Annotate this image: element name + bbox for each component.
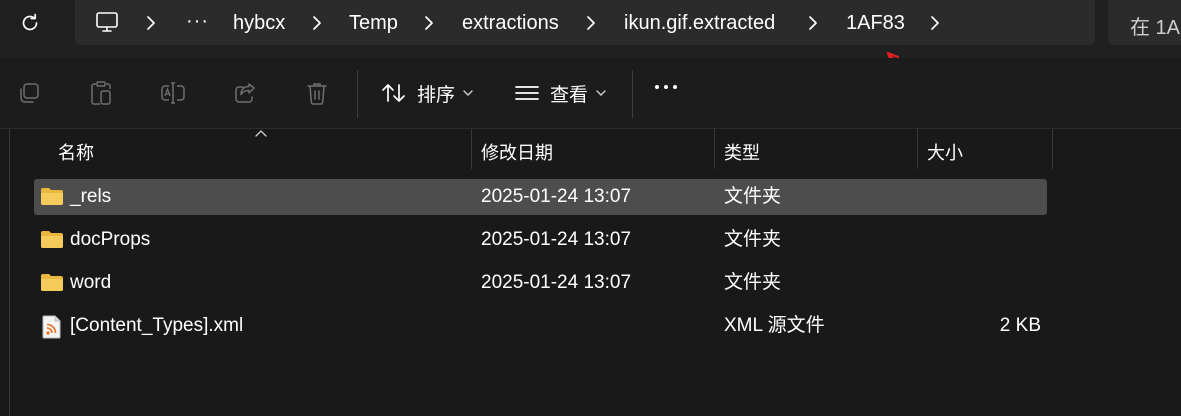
search-placeholder: 在 1A <box>1130 17 1181 39</box>
file-list-pane: 名称 修改日期 类型 大小 _rels 2025-01-24 13:07 文件夹… <box>0 128 1181 416</box>
address-row: ··· hybcx Temp extractions ikun.gif.extr… <box>0 0 1181 58</box>
column-header-size[interactable]: 大小 <box>927 135 963 171</box>
search-box[interactable]: 在 1A <box>1108 0 1181 45</box>
chevron-right-icon[interactable] <box>806 15 820 31</box>
column-divider[interactable] <box>714 129 715 169</box>
refresh-icon <box>22 13 38 31</box>
chevron-right-icon[interactable] <box>310 15 324 31</box>
column-divider[interactable] <box>1052 129 1053 169</box>
file-row-rels[interactable]: _rels 2025-01-24 13:07 文件夹 <box>34 179 1047 215</box>
refresh-button[interactable] <box>16 10 44 36</box>
trash-icon <box>307 83 327 105</box>
file-name: _rels <box>70 186 112 207</box>
breadcrumb-item-temp[interactable]: Temp <box>349 11 398 35</box>
more-options-button[interactable] <box>655 85 677 89</box>
breadcrumb-overflow[interactable]: ··· <box>186 9 209 33</box>
copy-button[interactable] <box>16 80 42 106</box>
more-dot-icon <box>655 85 659 89</box>
more-dot-icon <box>673 85 677 89</box>
sort-ascending-caret-icon <box>255 130 267 137</box>
file-modified: 2025-01-24 13:07 <box>481 272 632 293</box>
file-type: XML 源文件 <box>724 315 825 336</box>
chevron-right-icon[interactable] <box>584 15 598 31</box>
column-header-modified[interactable]: 修改日期 <box>481 135 553 171</box>
breadcrumb-item-ikun-gif-extracted[interactable]: ikun.gif.extracted <box>624 11 775 35</box>
column-header-name[interactable]: 名称 <box>58 135 94 171</box>
file-row-content-types[interactable]: [Content_Types].xml XML 源文件 2 KB <box>34 308 1047 344</box>
rename-button[interactable] <box>160 80 186 106</box>
navigation-pane-edge[interactable] <box>9 129 10 416</box>
breadcrumb-item-extractions[interactable]: extractions <box>462 11 559 35</box>
breadcrumb-item-current-folder[interactable]: 1AF83 <box>846 11 905 35</box>
chevron-right-icon[interactable] <box>144 15 158 31</box>
file-size: 2 KB <box>999 315 1041 336</box>
column-divider[interactable] <box>917 129 918 169</box>
more-dot-icon <box>664 85 668 89</box>
toolbar-divider <box>632 70 633 118</box>
file-type: 文件夹 <box>724 229 782 250</box>
file-modified: 2025-01-24 13:07 <box>481 229 632 250</box>
file-row-word[interactable]: word 2025-01-24 13:07 文件夹 <box>34 265 1047 301</box>
copy-icon <box>20 83 39 103</box>
chevron-down-icon <box>596 90 606 96</box>
share-button[interactable] <box>232 80 258 106</box>
column-header-type[interactable]: 类型 <box>724 135 760 171</box>
file-row-docprops[interactable]: docProps 2025-01-24 13:07 文件夹 <box>34 222 1047 258</box>
folder-icon <box>41 188 63 205</box>
sort-label: 排序 <box>417 84 456 106</box>
xml-file-icon <box>42 315 61 339</box>
rename-icon <box>161 82 185 104</box>
paste-icon <box>91 81 111 105</box>
file-name: [Content_Types].xml <box>70 315 244 336</box>
file-name: word <box>70 272 112 293</box>
file-type: 文件夹 <box>724 186 782 207</box>
folder-icon <box>41 274 63 291</box>
view-label: 查看 <box>550 84 589 106</box>
address-bar[interactable]: ··· hybcx Temp extractions ikun.gif.extr… <box>75 0 1095 45</box>
toolbar-divider <box>357 70 358 118</box>
sort-button[interactable]: 排序 <box>381 76 473 110</box>
folder-icon <box>41 231 63 248</box>
paste-button[interactable] <box>88 80 114 106</box>
view-button[interactable]: 查看 <box>514 76 606 110</box>
file-modified: 2025-01-24 13:07 <box>481 186 632 207</box>
command-bar: 排序 查看 <box>0 58 1181 128</box>
delete-button[interactable] <box>304 80 330 106</box>
view-list-icon <box>515 86 539 100</box>
sort-icon <box>382 84 405 102</box>
column-divider[interactable] <box>471 129 472 169</box>
chevron-down-icon <box>463 90 473 96</box>
file-name: docProps <box>70 229 151 250</box>
this-pc-icon[interactable] <box>95 11 119 33</box>
chevron-right-icon[interactable] <box>422 15 436 31</box>
breadcrumb-item-hybcx[interactable]: hybcx <box>233 11 285 35</box>
share-icon <box>235 83 255 103</box>
file-type: 文件夹 <box>724 272 782 293</box>
chevron-right-icon[interactable] <box>928 15 942 31</box>
